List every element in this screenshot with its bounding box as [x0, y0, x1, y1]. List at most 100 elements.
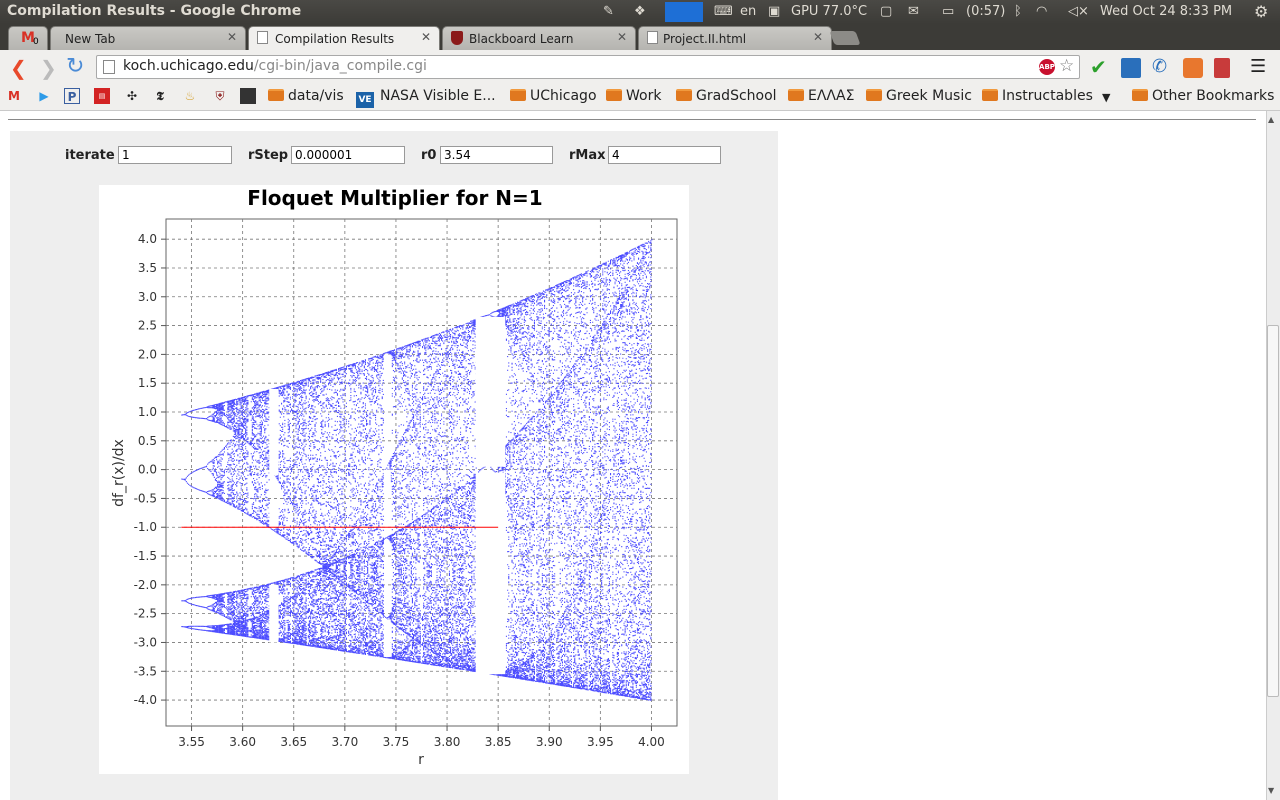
- periodic-window-gap: [269, 388, 279, 476]
- bookmark-other[interactable]: Other Bookmarks: [1132, 88, 1274, 104]
- tab-strip: M 0 New Tab ✕ Compilation Results ✕ Blac…: [0, 24, 1280, 50]
- bookmark-label: NASA Visible E...: [380, 88, 496, 104]
- scrollbar-thumb[interactable]: [1267, 325, 1279, 697]
- y-tick-label: -3.0: [134, 635, 157, 649]
- adblock-icon[interactable]: ABP: [1039, 59, 1055, 75]
- shield-bookmark-icon[interactable]: ⛨: [212, 88, 228, 104]
- forward-arrow-icon[interactable]: ❯: [40, 56, 57, 80]
- bookmarks-overflow-chevron-icon[interactable]: ▼: [1102, 91, 1110, 104]
- bookmark-ellas[interactable]: ΕΛΛΑΣ: [788, 88, 854, 104]
- bookmark-star-icon[interactable]: ☆: [1059, 56, 1074, 76]
- tab-new-tab[interactable]: New Tab ✕: [50, 26, 246, 50]
- battery-time[interactable]: (0:57): [966, 4, 1005, 19]
- tab-label: Blackboard Learn: [469, 32, 574, 46]
- notebook-extension-icon[interactable]: [1214, 58, 1230, 78]
- iterate-input[interactable]: [118, 146, 232, 164]
- menu-icon[interactable]: ☰: [1250, 56, 1270, 77]
- folder-icon: [510, 89, 526, 101]
- battery-icon[interactable]: ▭: [942, 4, 954, 19]
- clock[interactable]: Wed Oct 24 8:33 PM: [1100, 4, 1232, 19]
- mail-icon[interactable]: ✉: [908, 4, 919, 19]
- reload-icon[interactable]: ↻: [66, 54, 84, 79]
- r0-input[interactable]: [440, 146, 553, 164]
- p-bookmark-icon[interactable]: P: [64, 88, 80, 104]
- url-path: /cgi-bin/java_compile.cgi: [253, 58, 427, 74]
- messaging-icon[interactable]: ▢: [880, 4, 892, 19]
- gmail-unread-count: 0: [33, 37, 39, 47]
- close-icon[interactable]: ✕: [813, 30, 823, 44]
- x-axis-label: r: [418, 752, 424, 768]
- new-tab-button[interactable]: [829, 31, 861, 45]
- tab-compilation-results[interactable]: Compilation Results ✕: [248, 26, 440, 50]
- tab-blackboard-learn[interactable]: Blackboard Learn ✕: [442, 26, 636, 50]
- scroll-up-arrow-icon[interactable]: ▲: [1268, 115, 1274, 124]
- y-axis-label: df_r(x)/dx: [111, 439, 127, 507]
- periodic-window-gap: [383, 354, 391, 378]
- bookmark-label: Greek Music: [886, 88, 972, 104]
- gmail-bookmark-icon[interactable]: M: [6, 88, 22, 104]
- periodic-window-gap: [475, 472, 506, 675]
- close-icon[interactable]: ✕: [617, 30, 627, 44]
- y-tick-label: 0.5: [138, 434, 157, 448]
- back-arrow-icon[interactable]: ❮: [10, 56, 27, 80]
- x-tick-label: 4.00: [638, 735, 665, 749]
- y-tick-label: -0.5: [134, 491, 157, 505]
- folder-icon: [268, 89, 284, 101]
- x-tick-label: 3.80: [434, 735, 461, 749]
- url-text[interactable]: koch.uchicago.edu/cgi-bin/java_compile.c…: [123, 58, 427, 74]
- wifi-icon[interactable]: ◠: [1036, 4, 1047, 19]
- rmax-input[interactable]: [608, 146, 721, 164]
- rstep-input[interactable]: [291, 146, 405, 164]
- flame-bookmark-icon[interactable]: ♨: [182, 88, 198, 104]
- iterate-label: iterate: [65, 148, 115, 163]
- dropbox-icon[interactable]: ❖: [634, 4, 646, 19]
- y-tick-label: 3.5: [138, 261, 157, 275]
- periodic-window-gap: [383, 469, 391, 499]
- settings-gear-icon[interactable]: ⚙: [1254, 2, 1268, 21]
- periodic-window-gap: [475, 316, 506, 467]
- scroll-down-arrow-icon[interactable]: ▼: [1268, 786, 1274, 795]
- close-icon[interactable]: ✕: [227, 30, 237, 44]
- checkmark-extension-icon[interactable]: ✔: [1090, 55, 1110, 79]
- bookmark-label: UChicago: [530, 88, 597, 104]
- news-bookmark-icon[interactable]: ▤: [94, 88, 110, 104]
- periodic-window-gap: [269, 584, 279, 643]
- address-bar[interactable]: koch.uchicago.edu/cgi-bin/java_compile.c…: [96, 55, 1080, 79]
- x-tick-label: 3.55: [178, 735, 205, 749]
- play-store-bookmark-icon[interactable]: ▶: [36, 88, 52, 104]
- system-monitor-icon[interactable]: [665, 2, 703, 22]
- nytimes-bookmark-icon[interactable]: 𝕿: [152, 88, 168, 104]
- gpu-icon: ▣: [768, 4, 781, 19]
- bluetooth-icon[interactable]: ᛒ: [1014, 4, 1022, 19]
- keyboard-icon[interactable]: ⌨: [714, 4, 733, 19]
- keyboard-layout[interactable]: en: [740, 4, 756, 19]
- bookmark-label: Instructables: [1002, 88, 1093, 104]
- gmail-pinned-tab[interactable]: M 0: [8, 26, 48, 50]
- close-icon[interactable]: ✕: [421, 30, 431, 44]
- bookmark-instructables[interactable]: Instructables: [982, 88, 1093, 104]
- r0-label: r0: [421, 148, 437, 163]
- calendar-extension-icon[interactable]: [1121, 58, 1141, 78]
- tab-project-ii[interactable]: Project.II.html ✕: [638, 26, 832, 50]
- bookmarks-bar: M ▶ P ▤ ✣ 𝕿 ♨ ⛨ data/vis VE NASA Visible …: [0, 84, 1280, 111]
- y-tick-label: -2.5: [134, 607, 157, 621]
- nasa-ve-icon: VE: [356, 92, 374, 108]
- phone-extension-icon[interactable]: ✆: [1152, 56, 1172, 77]
- bookmark-greek-music[interactable]: Greek Music: [866, 88, 972, 104]
- tab-label: New Tab: [65, 32, 116, 46]
- edit-icon[interactable]: ✎: [603, 4, 614, 19]
- bookmark-uchicago[interactable]: UChicago: [510, 88, 597, 104]
- bookmark-label: Other Bookmarks: [1152, 88, 1275, 104]
- bookmark-nasa[interactable]: VE NASA Visible E...: [356, 88, 496, 108]
- photo-bookmark-icon[interactable]: [240, 88, 256, 104]
- periodic-window-gap: [383, 619, 391, 657]
- bookmark-work[interactable]: Work: [606, 88, 661, 104]
- bookmark-gradschool[interactable]: GradSchool: [676, 88, 777, 104]
- bookmark-data-vis[interactable]: data/vis: [268, 88, 344, 104]
- rss-extension-icon[interactable]: [1183, 58, 1203, 78]
- y-tick-label: 4.0: [138, 232, 157, 246]
- blackboard-shield-icon: [451, 31, 463, 45]
- figure-bookmark-icon[interactable]: ✣: [124, 88, 140, 104]
- gpu-temperature[interactable]: GPU 77.0°C: [791, 4, 867, 19]
- volume-muted-icon[interactable]: ◁×: [1068, 4, 1089, 19]
